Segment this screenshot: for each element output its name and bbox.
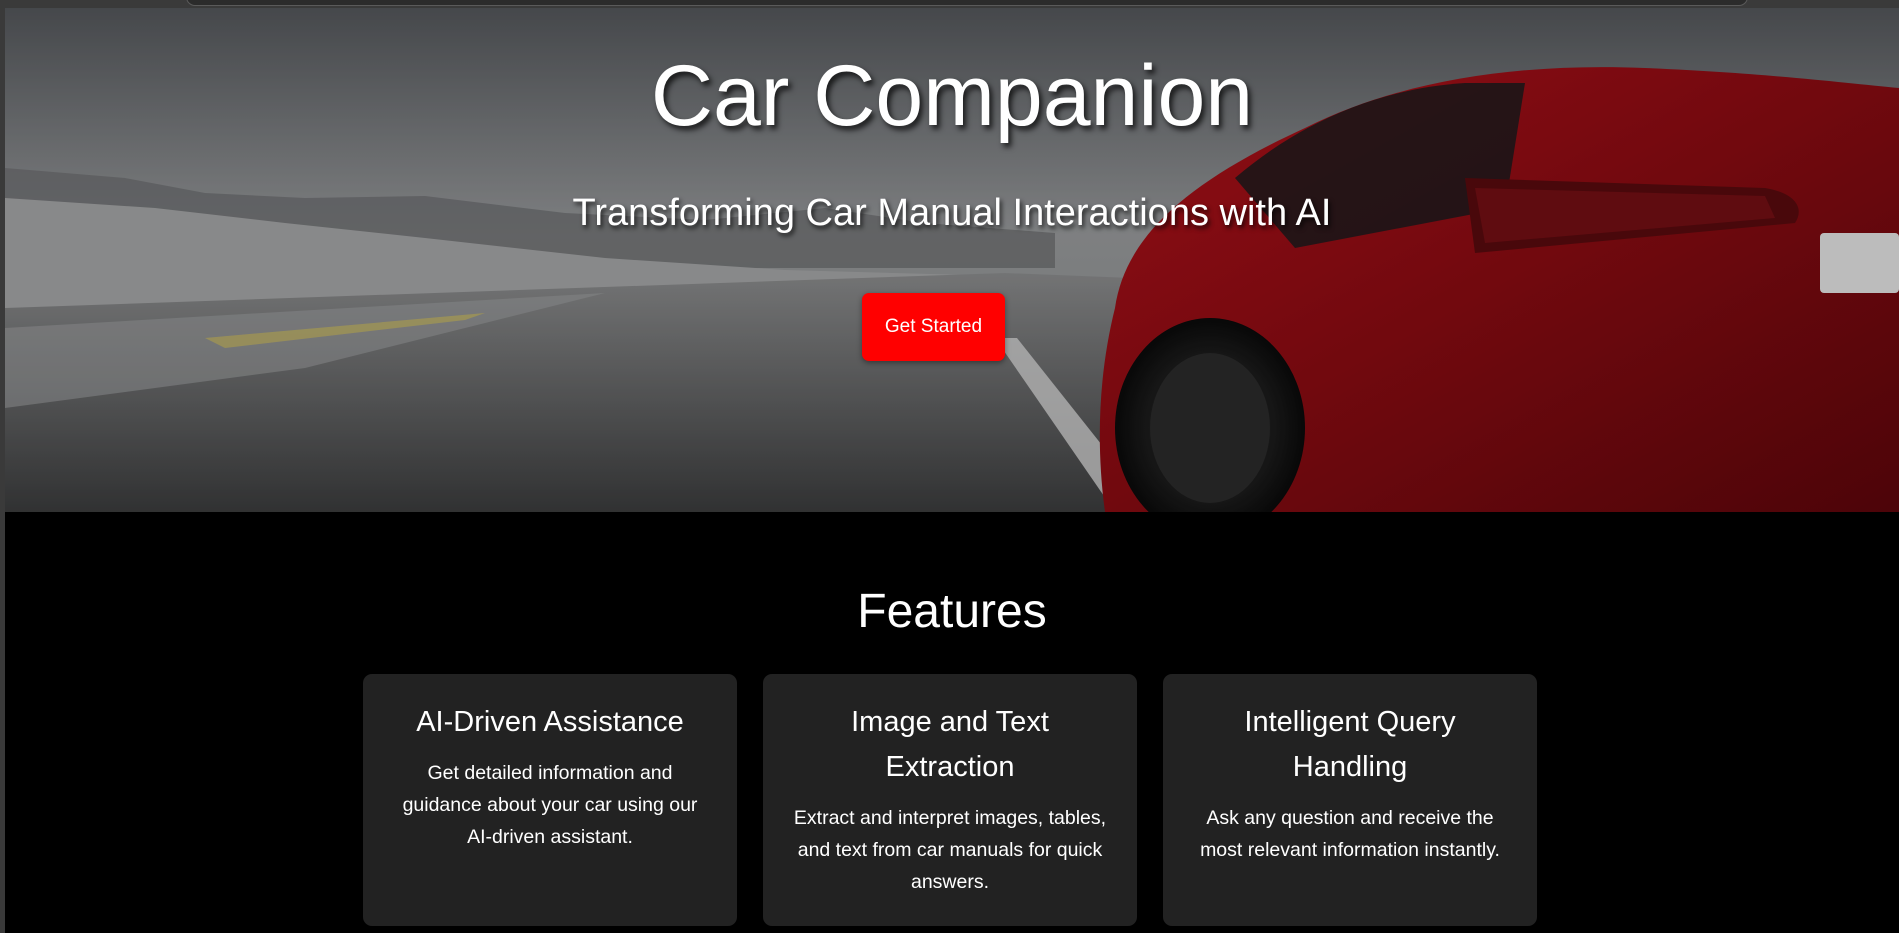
feature-card-title: Image and Text Extraction [851,706,1049,783]
features-heading: Features [857,585,1047,638]
feature-card-description: Extract and interpret images, tables, an… [793,807,1107,893]
feature-card-query-handling: Intelligent Query Handling Ask any quest… [1163,674,1537,926]
feature-card-description: Ask any question and receive the most re… [1200,807,1500,861]
hero-subtitle: Transforming Car Manual Interactions wit… [572,192,1332,234]
hero-section: Car Companion Transforming Car Manual In… [5,8,1899,512]
feature-card-description: Get detailed information and guidance ab… [402,762,698,848]
address-bar[interactable] [186,0,1748,6]
page-viewport: Car Companion Transforming Car Manual In… [5,8,1899,933]
hero-title: Car Companion [650,48,1254,144]
get-started-button[interactable]: Get Started [862,293,1005,361]
feature-card-extraction: Image and Text Extraction Extract and in… [763,674,1137,926]
feature-card-title: Intelligent Query Handling [1244,706,1456,783]
feature-card-title: AI-Driven Assistance [416,706,684,738]
feature-card-ai-assistance: AI-Driven Assistance Get detailed inform… [363,674,737,926]
